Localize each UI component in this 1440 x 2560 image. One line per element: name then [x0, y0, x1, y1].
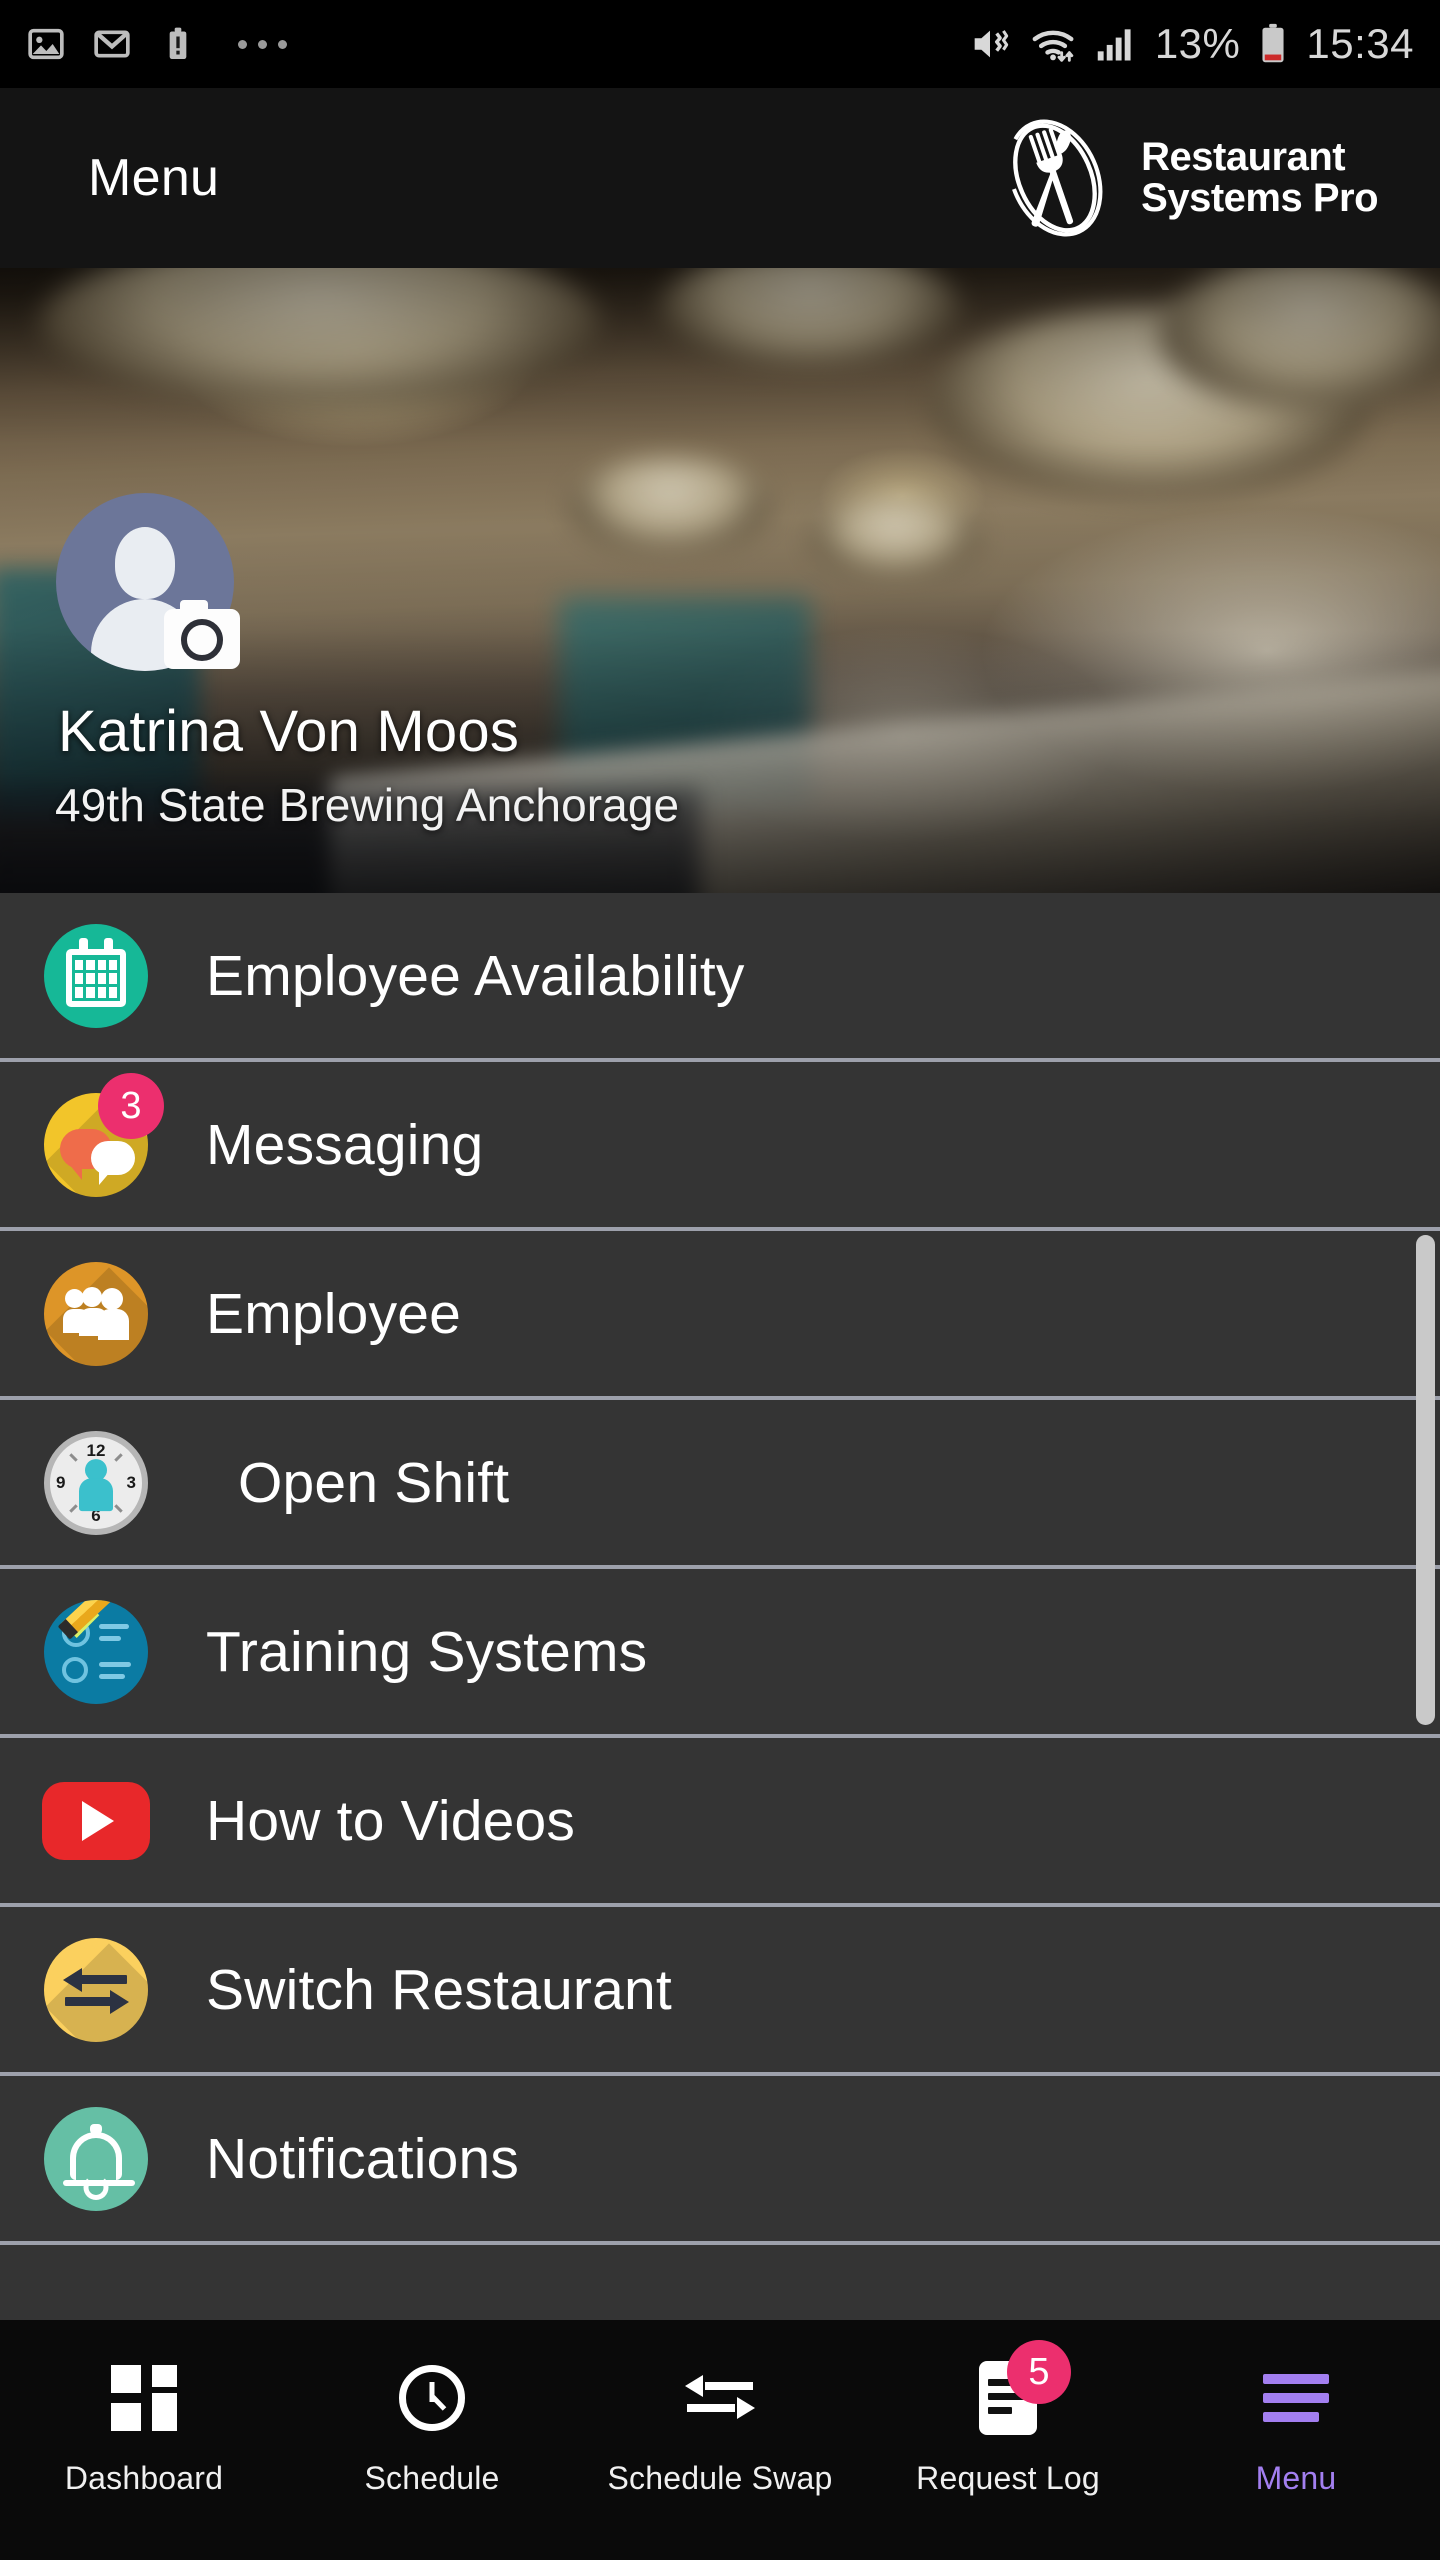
- clock-person-icon: 12 3 6 9: [44, 1430, 148, 1535]
- nav-item-schedule[interactable]: Schedule: [288, 2320, 576, 2560]
- menu-item-partial[interactable]: [0, 2245, 1440, 2320]
- bell-icon: [44, 2106, 148, 2211]
- page-title: Menu: [88, 149, 220, 207]
- request-log-badge: 5: [1007, 2340, 1071, 2404]
- brand-wordmark: Restaurant Systems Pro: [1141, 137, 1378, 219]
- battery-icon: [1262, 23, 1284, 63]
- calendar-icon: [44, 923, 148, 1028]
- app-screen: 13% 15:34 Menu Restaurant Systems Pro Ka…: [0, 0, 1440, 2560]
- menu-item-notifications[interactable]: Notifications: [0, 2076, 1440, 2245]
- app-bar: Menu Restaurant Systems Pro: [0, 88, 1440, 268]
- swap-arrows-icon: [685, 2362, 755, 2434]
- nav-item-dashboard[interactable]: Dashboard: [0, 2320, 288, 2560]
- nav-item-menu[interactable]: Menu: [1152, 2320, 1440, 2560]
- brand-line-2: Systems Pro: [1141, 176, 1378, 220]
- menu-item-label: Notifications: [206, 2126, 520, 2191]
- menu-item-label: How to Videos: [206, 1788, 576, 1853]
- nav-item-request-log[interactable]: 5 Request Log: [864, 2320, 1152, 2560]
- image-icon: [28, 28, 64, 60]
- menu-item-employee[interactable]: Employee: [0, 1231, 1440, 1400]
- clock-number-12: 12: [86, 1440, 106, 1460]
- menu-item-label: Training Systems: [206, 1619, 648, 1684]
- people-icon: [44, 1261, 148, 1366]
- nav-label: Menu: [1255, 2460, 1337, 2496]
- hamburger-menu-icon: [1263, 2362, 1329, 2434]
- menu-item-training-systems[interactable]: Training Systems: [0, 1569, 1440, 1738]
- menu-icon-wrap: [36, 916, 156, 1036]
- menu-item-employee-availability[interactable]: Employee Availability: [0, 893, 1440, 1062]
- menu-item-messaging[interactable]: 3 Messaging: [0, 1062, 1440, 1231]
- menu-item-label: Messaging: [206, 1112, 484, 1177]
- mute-vibrate-icon: [974, 30, 1009, 58]
- status-bar: 13% 15:34: [0, 0, 1440, 88]
- menu-item-label: Open Shift: [238, 1450, 510, 1515]
- menu-icon-wrap: [36, 1930, 156, 2050]
- document-icon: 5: [979, 2340, 1071, 2435]
- brand-logo: Restaurant Systems Pro: [989, 114, 1378, 242]
- menu-item-open-shift[interactable]: 12 3 6 9 Open Shift: [0, 1400, 1440, 1569]
- menu-icon-wrap: [36, 1592, 156, 1712]
- menu-icon-wrap: 3: [36, 1072, 164, 1205]
- clock-number-9: 9: [56, 1472, 66, 1492]
- menu-icon-wrap: [36, 1254, 156, 1374]
- menu-item-label: Switch Restaurant: [206, 1957, 672, 2022]
- nav-label: Request Log: [916, 2460, 1100, 2496]
- clock-number-3: 3: [126, 1472, 136, 1492]
- nav-label: Dashboard: [64, 2460, 224, 2496]
- status-bar-left-icons: [26, 24, 287, 64]
- clock-icon: [399, 2362, 465, 2434]
- user-name: Katrina Von Moos: [58, 699, 520, 764]
- camera-icon[interactable]: [164, 600, 240, 669]
- profile-hero: Katrina Von Moos 49th State Brewing Anch…: [0, 268, 1440, 893]
- nav-label: Schedule: [364, 2460, 500, 2496]
- signal-bars-icon: [1097, 29, 1131, 61]
- avatar[interactable]: [56, 493, 240, 671]
- clock-label: 15:34: [1306, 20, 1414, 67]
- menu-icon-wrap: [36, 1761, 156, 1881]
- menu-item-label: Employee Availability: [206, 943, 745, 1008]
- menu-icon-wrap: 12 3 6 9: [36, 1423, 156, 1543]
- messaging-badge: 3: [98, 1072, 164, 1139]
- status-bar-right-icons: 13% 15:34: [967, 21, 1414, 67]
- restaurant-name: 49th State Brewing Anchorage: [55, 779, 680, 831]
- dashboard-grid-icon: [111, 2362, 177, 2434]
- menu-item-label: Employee: [206, 1281, 462, 1346]
- menu-list[interactable]: Employee Availability 3 Messaging Employ…: [0, 893, 1440, 2320]
- gmail-icon: [94, 30, 130, 58]
- menu-icon-wrap: [36, 2099, 156, 2219]
- youtube-play-icon: [42, 1781, 150, 1860]
- menu-item-switch-restaurant[interactable]: Switch Restaurant: [0, 1907, 1440, 2076]
- battery-percent-label: 13%: [1154, 20, 1241, 67]
- nav-label: Schedule Swap: [607, 2460, 833, 2496]
- menu-item-how-to-videos[interactable]: How to Videos: [0, 1738, 1440, 1907]
- brand-line-1: Restaurant: [1141, 135, 1346, 180]
- list-scrollbar[interactable]: [1416, 1235, 1435, 1725]
- knife-fork-oval-logo: [1007, 119, 1103, 237]
- wifi-icon: [1032, 30, 1074, 62]
- battery-alert-icon: [169, 27, 187, 59]
- checklist-pencil-icon: [44, 1599, 148, 1704]
- bottom-navigation[interactable]: Dashboard Schedule Schedule Swap 5 Reque…: [0, 2320, 1440, 2560]
- swap-arrows-icon: [44, 1937, 148, 2042]
- more-dots-icon: [238, 39, 287, 49]
- nav-item-schedule-swap[interactable]: Schedule Swap: [576, 2320, 864, 2560]
